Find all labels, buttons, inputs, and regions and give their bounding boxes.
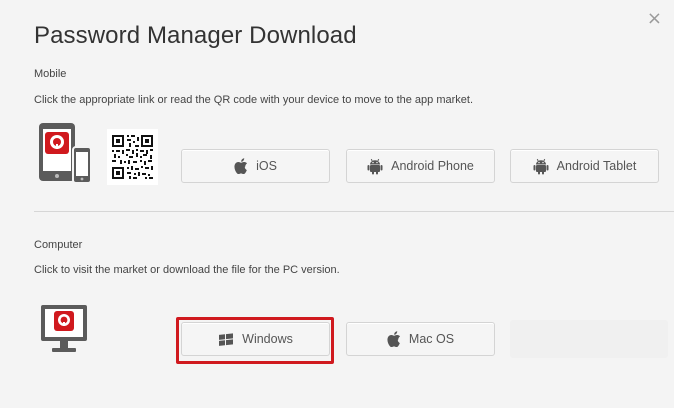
android-tablet-button-label: Android Tablet [556, 159, 637, 173]
android-icon [533, 158, 549, 175]
close-icon[interactable]: × [647, 10, 662, 28]
computer-description: Click to visit the market or download th… [34, 264, 340, 276]
android-tablet-download-button[interactable]: Android Tablet [510, 149, 659, 183]
password-manager-download-dialog: × Password Manager Download Mobile Click… [0, 0, 674, 408]
android-icon [367, 158, 383, 175]
android-phone-button-label: Android Phone [391, 159, 474, 173]
android-phone-download-button[interactable]: Android Phone [346, 149, 495, 183]
mac-os-download-button[interactable]: Mac OS [346, 322, 495, 356]
mac-os-button-label: Mac OS [408, 332, 455, 346]
section-divider [34, 211, 674, 212]
mobile-description: Click the appropriate link or read the Q… [34, 94, 473, 106]
mobile-devices-icon [37, 117, 95, 192]
mobile-section-label: Mobile [34, 68, 67, 80]
dialog-title: Password Manager Download [34, 22, 357, 49]
empty-button-placeholder [510, 320, 668, 358]
ios-button-label: iOS [256, 159, 277, 173]
qr-code-image [107, 129, 158, 185]
apple-icon [234, 158, 248, 174]
ios-download-button[interactable]: iOS [181, 149, 330, 183]
windows-highlight-box [176, 317, 334, 364]
apple-icon [387, 331, 401, 347]
computer-section-label: Computer [34, 239, 83, 251]
desktop-monitor-icon [40, 304, 90, 361]
